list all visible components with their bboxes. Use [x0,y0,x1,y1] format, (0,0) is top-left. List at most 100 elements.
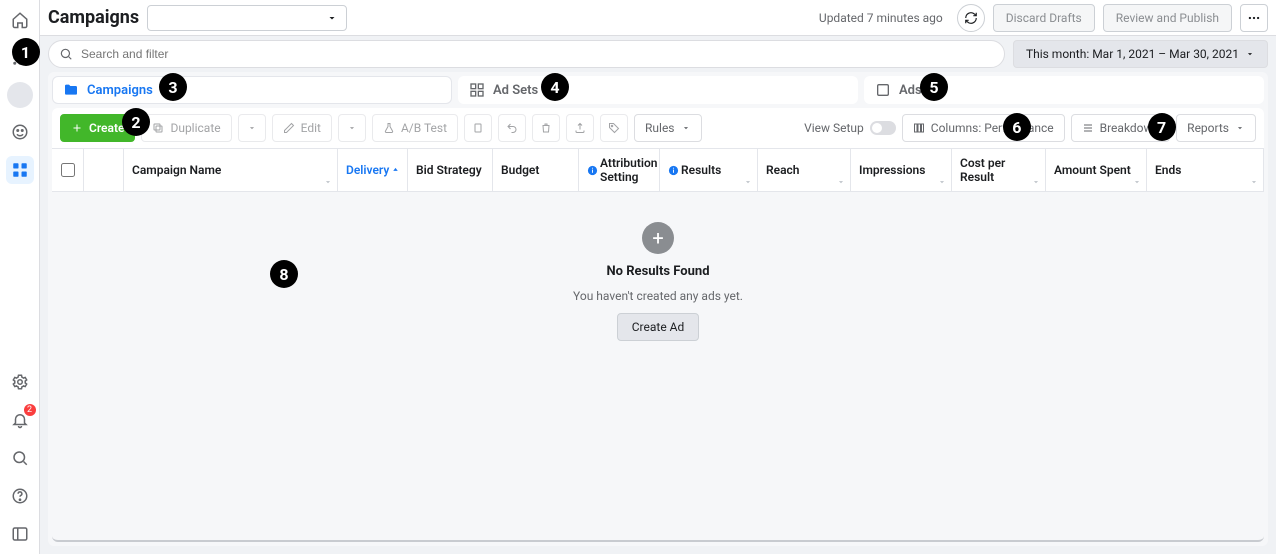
rules-button[interactable]: Rules [634,114,701,142]
chevron-down-icon [326,12,338,24]
more-button[interactable] [1240,4,1268,32]
folder-icon [63,82,79,98]
reports-button[interactable]: Reports [1176,114,1256,142]
review-publish-button[interactable]: Review and Publish [1103,4,1232,32]
ads-manager-icon[interactable] [6,156,34,184]
left-rail: 1 2 [0,0,40,554]
settings-icon[interactable] [6,368,34,396]
undo-button[interactable] [498,114,526,142]
topbar: Campaigns Updated 7 minutes ago Discard … [40,0,1276,36]
avatar[interactable] [7,82,33,108]
th-label: Budget [501,163,539,177]
abtest-label: A/B Test [401,121,447,135]
create-ad-button[interactable]: Create Ad [617,313,700,341]
main-area: Campaigns Updated 7 minutes ago Discard … [40,0,1276,554]
marker-2: 2 [122,108,150,136]
th-bid-strategy[interactable]: Bid Strategy [408,149,493,191]
tab-label: Ads [899,83,922,98]
th-switch [84,149,124,191]
flask-icon [383,122,395,134]
marker-3: 3 [159,73,187,101]
th-label: Results [681,163,721,177]
chevron-down-icon [681,123,691,133]
th-campaign-name[interactable]: Campaign Name [124,149,338,191]
search-box[interactable] [48,40,1005,68]
th-checkbox[interactable] [52,149,84,191]
date-range-label: This month: Mar 1, 2021 – Mar 30, 2021 [1026,47,1239,61]
edit-button[interactable]: Edit [272,114,332,142]
search-icon [59,47,73,61]
breakdown-button[interactable]: Breakdown 7 [1071,114,1171,142]
th-label: Reach [766,163,799,177]
th-label: Delivery [346,163,400,177]
th-label: Campaign Name [132,163,221,177]
abtest-button[interactable]: A/B Test [372,114,458,142]
columns-label: Columns: Performance [931,121,1054,135]
pencil-icon [283,122,295,134]
marker-4: 4 [541,73,569,101]
th-reach[interactable]: Reach [758,149,851,191]
th-budget[interactable]: Budget [493,149,579,191]
edit-dropdown[interactable] [338,114,366,142]
chevron-down-icon [1245,49,1255,59]
select-all-checkbox[interactable] [61,163,75,177]
marker-1: 1 [12,38,40,66]
info-icon [668,165,679,176]
reports-label: Reports [1187,121,1229,135]
tab-ads[interactable]: Ads 5 [864,76,1264,104]
home-icon[interactable] [6,6,34,34]
tab-campaigns[interactable]: Campaigns 3 [52,76,452,104]
th-results[interactable]: Results [660,149,758,191]
th-cost-per-result[interactable]: Cost per Result [952,149,1046,191]
refresh-button[interactable] [957,4,985,32]
th-label: Attribution Setting [600,156,658,184]
tab-label: Ad Sets [493,83,538,98]
create-label: Create [89,121,124,135]
columns-button[interactable]: Columns: Performance 6 [902,114,1065,142]
toolbar: Create 2 Duplicate Edit A/B Test [52,108,1264,148]
th-impressions[interactable]: Impressions [851,149,952,191]
collapse-icon[interactable] [6,520,34,548]
breakdown-icon [1082,122,1094,134]
emoji-icon[interactable] [6,118,34,146]
rules-label: Rules [645,121,674,135]
tab-adsets[interactable]: Ad Sets 4 [458,76,858,104]
discard-drafts-button[interactable]: Discard Drafts [993,4,1095,32]
plus-circle-icon: + [642,222,674,254]
search-icon[interactable] [6,444,34,472]
notifications-icon[interactable]: 2 [6,406,34,434]
tag-button[interactable] [600,114,628,142]
duplicate-button[interactable]: Duplicate [141,114,231,142]
account-dropdown[interactable] [147,5,347,31]
copy-button[interactable] [464,114,492,142]
notification-badge: 2 [24,404,36,416]
th-label: Amount Spent [1054,163,1131,177]
marker-5: 5 [920,73,948,101]
content: Campaigns 3 Ad Sets 4 Ads 5 Create 2 [48,72,1268,546]
tab-label: Campaigns [87,83,153,98]
th-delivery[interactable]: Delivery [338,149,408,191]
duplicate-dropdown[interactable] [238,114,266,142]
marker-8: 8 [270,260,298,288]
delete-button[interactable] [532,114,560,142]
view-setup-label: View Setup [804,121,864,135]
th-label: Bid Strategy [416,163,482,177]
info-icon [587,165,598,176]
empty-title: No Results Found [606,264,709,279]
help-icon[interactable] [6,482,34,510]
view-setup-toggle[interactable] [870,121,896,135]
export-button[interactable] [566,114,594,142]
tabs: Campaigns 3 Ad Sets 4 Ads 5 [48,72,1268,108]
th-attribution[interactable]: Attribution Setting [579,149,660,191]
marker-7: 7 [1148,113,1176,141]
th-amount-spent[interactable]: Amount Spent [1046,149,1147,191]
page-title: Campaigns [48,7,139,28]
plus-icon [71,122,83,134]
search-input[interactable] [81,47,994,61]
date-range-picker[interactable]: This month: Mar 1, 2021 – Mar 30, 2021 [1013,40,1268,68]
th-label: Cost per Result [960,156,1037,184]
th-ends[interactable]: Ends [1147,149,1264,191]
chevron-down-icon [1235,123,1245,133]
updated-text: Updated 7 minutes ago [819,11,943,25]
empty-subtitle: You haven't created any ads yet. [573,289,743,303]
